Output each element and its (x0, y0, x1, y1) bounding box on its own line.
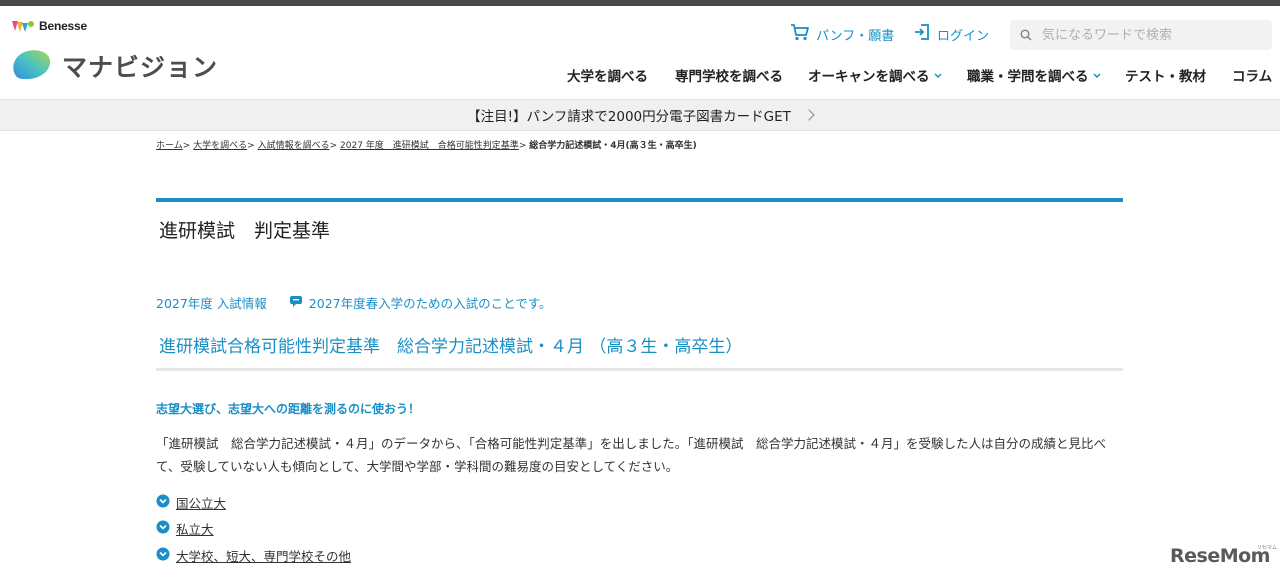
nav-label: 職業・学問を調べる (967, 69, 1089, 85)
year-label: 2027年度 入試情報 (156, 296, 267, 311)
logo-mark-icon (10, 46, 54, 86)
chevron-down-icon (933, 67, 942, 83)
login-link[interactable]: ログイン (913, 24, 989, 44)
lead-text: 志望大選び、志望大への距離を測るのに使おう！ (156, 402, 421, 416)
nav-label: オーキャンを調べる (808, 69, 930, 85)
nav-item-vocational-school[interactable]: 専門学校を調べる (675, 65, 783, 85)
category-links: 国公立大 私立大 大学校、短大、専門学校その他 (156, 489, 351, 569)
search-input[interactable] (1040, 26, 1264, 44)
login-icon (913, 23, 931, 45)
breadcrumb-home[interactable]: ホーム (156, 141, 183, 151)
benesse-brand[interactable]: Benesse (10, 17, 87, 35)
chevron-circle-icon (156, 546, 170, 565)
chevron-right-icon (803, 109, 815, 121)
link-private[interactable]: 私立大 (156, 516, 351, 543)
search-box[interactable] (1010, 20, 1272, 50)
year-info: 2027年度 入試情報 2027年度春入学のための入試のことです。 (156, 293, 551, 312)
link-national-public[interactable]: 国公立大 (156, 489, 351, 516)
link-label[interactable]: 私立大 (176, 519, 214, 538)
login-label: ログイン (937, 28, 990, 44)
breadcrumb-criteria[interactable]: 2027 年度 進研模試 合格可能性判定基準 (340, 141, 519, 151)
nav-item-tests-materials[interactable]: テスト・教材 (1125, 65, 1206, 85)
search-icon (1020, 26, 1032, 45)
breadcrumb-sep: > (518, 141, 527, 151)
breadcrumb-exam-info[interactable]: 入試情報を調べる (258, 141, 330, 151)
link-other-schools[interactable]: 大学校、短大、専門学校その他 (156, 542, 351, 569)
nav-item-open-campus[interactable]: オーキャンを調べる (808, 65, 942, 85)
breadcrumb-sep: > (329, 141, 338, 151)
nav-label: コラム (1232, 69, 1273, 85)
breadcrumb-current: 総合学力記述模試・4月(高３生・高卒生) (529, 141, 697, 151)
description: 「進研模試 総合学力記述模試・４月」のデータから、「合格可能性判定基準」を出しま… (156, 436, 1107, 474)
year-note: 2027年度春入学のための入試のことです。 (308, 296, 552, 311)
chevron-circle-icon (156, 519, 170, 538)
cart-icon (790, 23, 810, 45)
site-logo[interactable]: マナビジョン (10, 46, 218, 86)
notice-banner[interactable]: 【注目!】パンフ請求で2000円分電子図書カードGET (0, 99, 1280, 131)
benesse-logo-icon (10, 18, 36, 34)
link-label[interactable]: 大学校、短大、専門学校その他 (176, 546, 351, 565)
resemom-watermark: ReseMom (1170, 545, 1270, 567)
pamphlet-label: パンフ・願書 (816, 28, 895, 44)
breadcrumb-sep: > (182, 141, 191, 151)
subtitle-rule (156, 368, 1123, 371)
section-subtitle: 進研模試合格可能性判定基準 総合学力記述模試・４月 （高３生・高卒生） (159, 337, 743, 357)
nav-item-jobs-studies[interactable]: 職業・学問を調べる (967, 65, 1101, 85)
notice-text: 【注目!】パンフ請求で2000円分電子図書カードGET (467, 109, 791, 125)
title-rule (156, 198, 1123, 202)
logo-text: マナビジョン (62, 53, 219, 82)
top-border (0, 0, 1280, 6)
breadcrumb-sep: > (247, 141, 255, 151)
nav-label: 大学を調べる (567, 69, 648, 85)
page-title: 進研模試 判定基準 (159, 220, 331, 242)
breadcrumb: ホーム> 大学を調べる> 入試情報を調べる> 2027 年度 進研模試 合格可能… (156, 138, 697, 151)
pamphlet-link[interactable]: パンフ・願書 (790, 24, 894, 44)
breadcrumb-university[interactable]: 大学を調べる (193, 141, 247, 151)
benesse-text: Benesse (39, 19, 87, 33)
resemom-watermark-kana: リセマム (1257, 545, 1278, 551)
chevron-circle-icon (156, 493, 170, 512)
speech-bubble-icon (289, 295, 303, 311)
nav-item-column[interactable]: コラム (1232, 65, 1272, 85)
link-label[interactable]: 国公立大 (176, 493, 226, 512)
nav-item-university[interactable]: 大学を調べる (567, 65, 648, 85)
nav-label: テスト・教材 (1125, 69, 1206, 85)
nav-label: 専門学校を調べる (675, 69, 783, 85)
chevron-down-icon (1092, 67, 1101, 83)
